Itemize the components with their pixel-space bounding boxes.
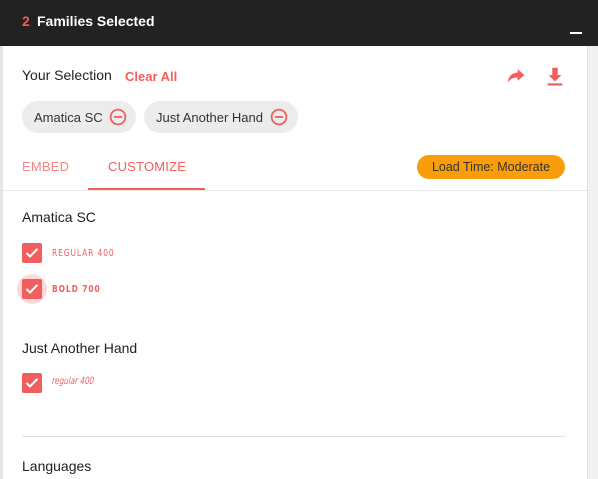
family-name-amatica: Amatica SC	[22, 209, 96, 225]
scrollbar-track[interactable]	[587, 46, 598, 479]
chip-label: Amatica SC	[34, 110, 103, 125]
chip-label: Just Another Hand	[156, 110, 263, 125]
languages-heading[interactable]: Languages	[22, 458, 91, 474]
style-label-jah-regular-400: regular 400	[51, 376, 95, 387]
checkmark-icon	[25, 248, 39, 258]
download-icon[interactable]	[544, 65, 566, 87]
families-selected-title: Families Selected	[37, 13, 155, 29]
style-label-regular-400: REGULAR 400	[52, 248, 115, 259]
style-checkbox-jah-regular-400[interactable]	[22, 373, 42, 393]
remove-circle-icon[interactable]	[270, 108, 288, 126]
tab-customize[interactable]: CUSTOMIZE	[108, 159, 186, 174]
section-divider	[22, 436, 565, 437]
remove-circle-icon[interactable]	[109, 108, 127, 126]
load-time-badge: Load Time: Moderate	[417, 155, 565, 179]
your-selection-label: Your Selection	[22, 67, 112, 83]
style-label-bold-700: BOLD 700	[52, 284, 101, 295]
share-arrow-icon[interactable]	[505, 65, 527, 85]
style-checkbox-bold-700[interactable]	[22, 279, 42, 299]
drawer-left-border	[0, 46, 3, 479]
tabs-divider	[3, 190, 587, 191]
clear-all-link[interactable]: Clear All	[125, 69, 177, 84]
minimize-icon[interactable]	[570, 32, 582, 34]
tab-embed[interactable]: EMBED	[22, 159, 69, 174]
selected-family-chip: Just Another Hand	[144, 101, 298, 133]
selection-drawer-header[interactable]: 2 Families Selected	[0, 0, 598, 46]
style-checkbox-regular-400[interactable]	[22, 243, 42, 263]
checkmark-icon	[25, 378, 39, 388]
family-name-just-another-hand: Just Another Hand	[22, 340, 138, 356]
checkmark-icon	[25, 284, 39, 294]
families-count: 2	[22, 13, 30, 29]
selected-family-chip: Amatica SC	[22, 101, 136, 133]
